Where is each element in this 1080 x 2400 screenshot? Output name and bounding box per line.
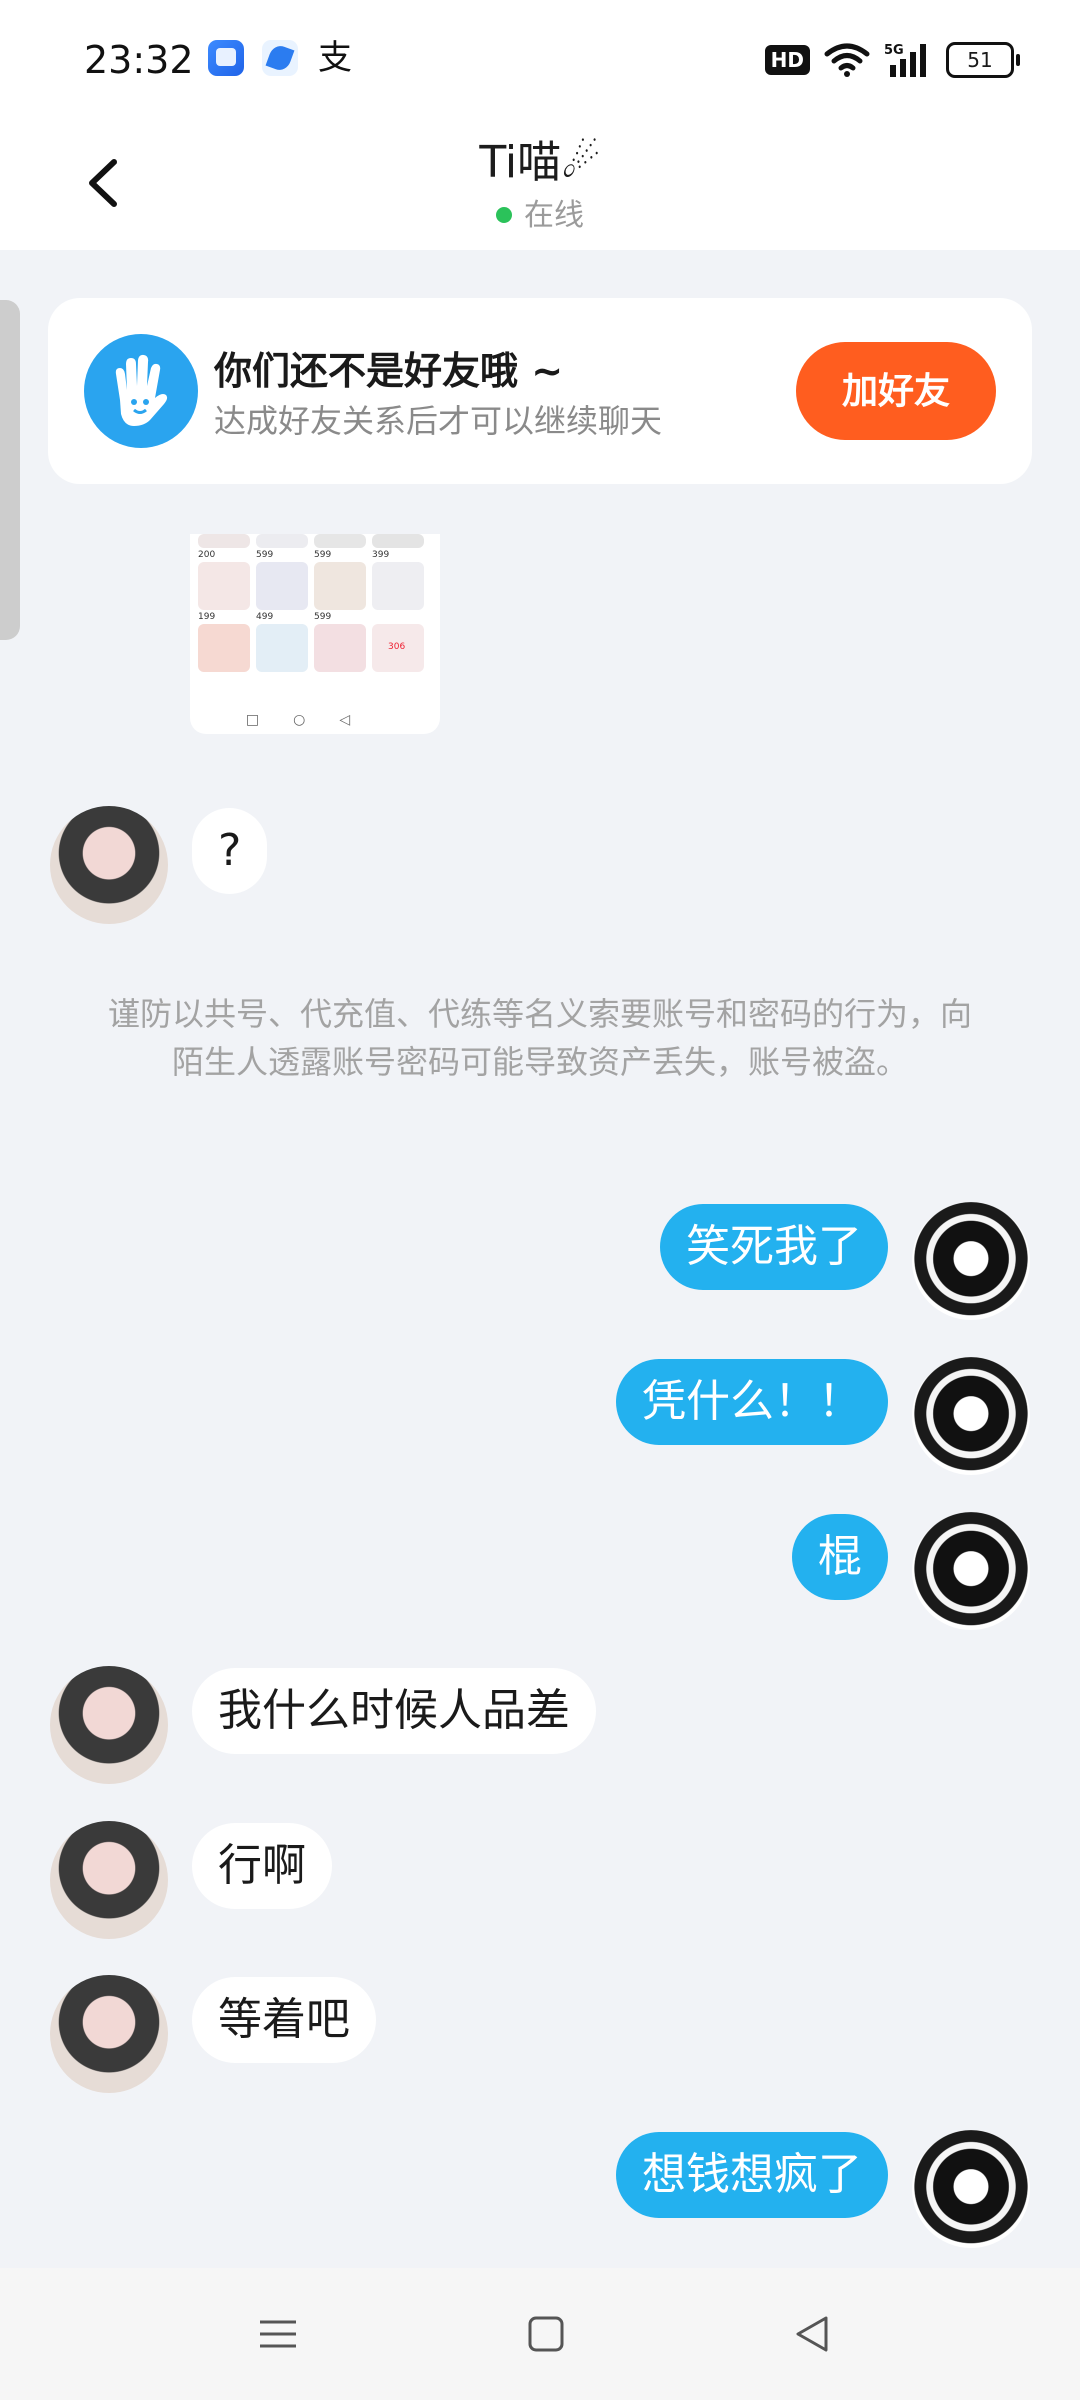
shop-item [198, 562, 250, 610]
incoming-message-bubble[interactable]: ? [192, 808, 268, 894]
network-label: 5G [884, 43, 904, 58]
online-status-label: 在线 [524, 198, 584, 233]
contact-avatar[interactable] [50, 1666, 168, 1784]
alipay-icon: 支 [318, 38, 352, 78]
shop-item [314, 534, 366, 548]
item-price: 399 [372, 550, 390, 560]
back-triangle-icon [796, 2316, 828, 2352]
contact-avatar[interactable] [50, 1975, 168, 2093]
battery-icon: 51 [946, 42, 1020, 78]
shop-item [256, 534, 308, 548]
my-avatar[interactable] [912, 2130, 1030, 2248]
my-avatar[interactable] [912, 1512, 1030, 1630]
system-navigation-bar [0, 2268, 1080, 2400]
outgoing-message-bubble[interactable]: 凭什么！！ [616, 1359, 888, 1445]
shop-item [372, 534, 424, 548]
item-price: 200 [198, 550, 216, 560]
like-badge: 306 [388, 642, 406, 652]
status-indicators: HD 5G 51 [764, 40, 1020, 80]
contact-avatar[interactable] [50, 806, 168, 924]
signal-5g-icon: 5G [884, 43, 926, 77]
hd-icon: HD [764, 45, 810, 75]
shop-item [198, 624, 250, 672]
outgoing-message-bubble[interactable]: 笑死我了 [660, 1204, 888, 1290]
online-status: 在线 [0, 190, 1080, 234]
waving-hand-icon [84, 334, 198, 448]
contact-name: Ti喵☄ [479, 137, 601, 188]
task-app-icon [208, 40, 244, 76]
status-bar: 23:32 支 HD 5G 51 [0, 0, 1080, 120]
status-time: 23:32 [84, 38, 194, 82]
shop-item: 306 [372, 624, 424, 672]
item-price: 599 [256, 550, 274, 560]
incoming-message-bubble[interactable]: 等着吧 [192, 1977, 376, 2063]
item-price: 599 [314, 612, 332, 622]
incoming-message-bubble[interactable]: 行啊 [192, 1823, 332, 1909]
mini-nav-icons: □○◁ [245, 712, 385, 728]
outgoing-message-bubble[interactable]: 棍 [792, 1514, 888, 1600]
shop-item [314, 624, 366, 672]
my-avatar[interactable] [912, 1202, 1030, 1320]
not-friends-subtitle: 达成好友关系后才可以继续聊天 [214, 402, 663, 440]
feather-app-icon [262, 40, 298, 76]
my-avatar[interactable] [912, 1357, 1030, 1475]
home-button[interactable] [516, 2304, 576, 2364]
item-price: 599 [314, 550, 332, 560]
item-price: 199 [198, 612, 216, 622]
online-dot-icon [496, 207, 512, 223]
shop-item [314, 562, 366, 610]
shop-item-grid: 200 599 599 399 199 499 599 306 [198, 534, 432, 672]
item-price [372, 610, 424, 624]
outgoing-message-bubble[interactable]: 想钱想疯了 [616, 2132, 888, 2218]
chat-header: Ti喵☄ 在线 [0, 120, 1080, 250]
home-square-icon [528, 2316, 564, 2352]
back-nav-button[interactable] [782, 2304, 842, 2364]
shop-item [256, 562, 308, 610]
menu-button[interactable] [248, 2304, 308, 2364]
incoming-message-bubble[interactable]: 我什么时候人品差 [192, 1668, 596, 1754]
not-friends-title: 你们还不是好友哦 ~ [214, 349, 564, 393]
shop-item [256, 624, 308, 672]
shop-item [198, 534, 250, 548]
contact-avatar[interactable] [50, 1821, 168, 1939]
wifi-icon [824, 43, 870, 77]
edge-panel-handle[interactable] [0, 300, 20, 640]
item-price: 499 [256, 612, 274, 622]
menu-icon [260, 2320, 296, 2348]
shop-item [372, 562, 424, 610]
shared-image-message[interactable]: 200 599 599 399 199 499 599 306 □○◁ [190, 534, 440, 734]
security-warning-notice: 谨防以共号、代充值、代练等名义索要账号和密码的行为，向陌生人透露账号密码可能导致… [107, 995, 972, 1081]
add-friend-button[interactable]: 加好友 [796, 342, 996, 440]
friend-request-card: 你们还不是好友哦 ~ 达成好友关系后才可以继续聊天 加好友 [48, 298, 1032, 484]
